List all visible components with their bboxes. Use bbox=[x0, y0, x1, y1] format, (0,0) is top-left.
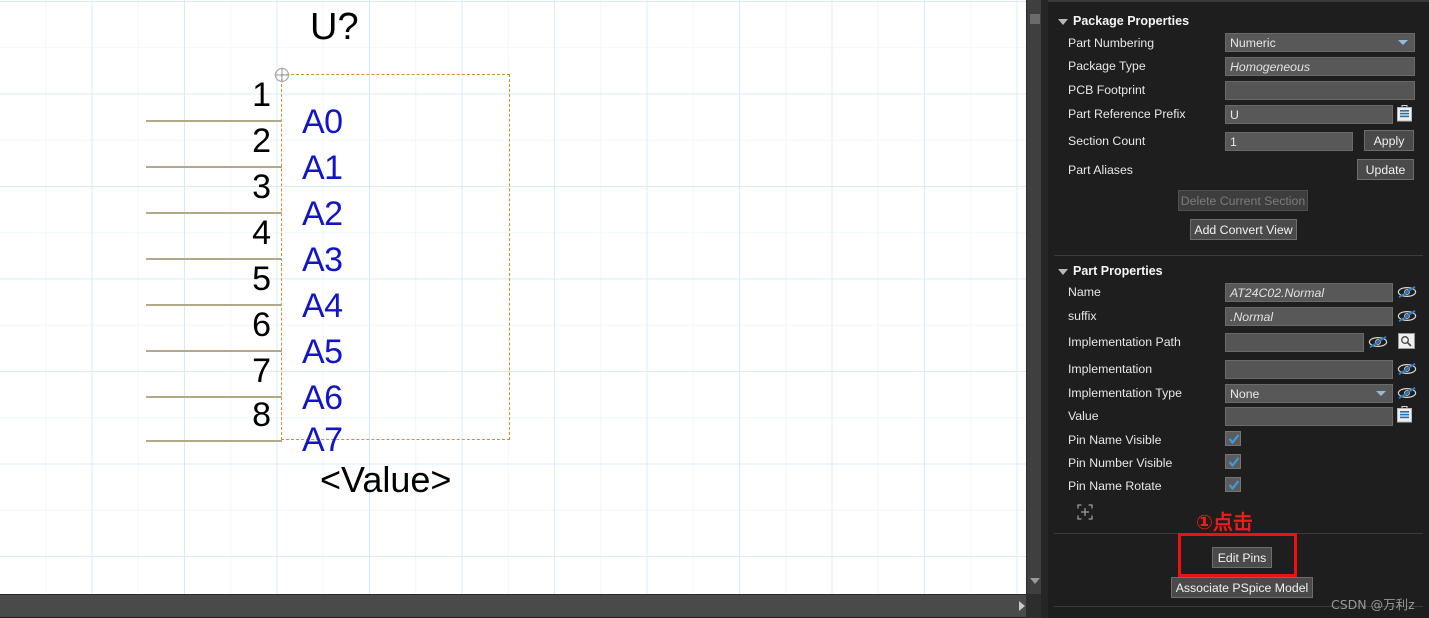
watermark-label: CSDN @万利z bbox=[1331, 597, 1415, 612]
implementation-path-label: Implementation Path bbox=[1068, 335, 1181, 349]
pin-name: A2 bbox=[302, 195, 343, 233]
part-properties-header[interactable]: Part Properties bbox=[1058, 263, 1163, 279]
annotation-highlight-box bbox=[1178, 533, 1297, 577]
hidden-eye-icon[interactable] bbox=[1397, 362, 1417, 376]
panel-divider bbox=[1041, 0, 1048, 618]
name-field[interactable]: AT24C02.Normal bbox=[1225, 283, 1393, 302]
check-icon bbox=[1228, 434, 1240, 445]
part-reference-prefix-label: Part Reference Prefix bbox=[1068, 107, 1186, 121]
pin-number: 4 bbox=[252, 214, 271, 252]
value-label: <Value> bbox=[320, 459, 452, 500]
canvas-horizontal-scrollbar[interactable] bbox=[0, 594, 1041, 617]
package-properties-header[interactable]: Package Properties bbox=[1058, 13, 1189, 29]
part-symbol[interactable]: U? 1 2 3 4 5 6 7 8 A0 A1 A2 A3 A4 A5 A6 … bbox=[0, 0, 1026, 594]
part-reference-prefix-value: U bbox=[1230, 107, 1239, 122]
hidden-eye-icon[interactable] bbox=[1397, 309, 1417, 323]
schematic-canvas[interactable]: U? 1 2 3 4 5 6 7 8 A0 A1 A2 A3 A4 A5 A6 … bbox=[0, 0, 1026, 594]
pin-name-rotate-checkbox[interactable] bbox=[1225, 477, 1241, 492]
pin-name: A1 bbox=[302, 149, 343, 187]
part-aliases-label: Part Aliases bbox=[1068, 163, 1133, 177]
suffix-value: .Normal bbox=[1230, 309, 1274, 324]
pin-number: 3 bbox=[252, 168, 271, 206]
collapse-triangle-icon[interactable] bbox=[1058, 19, 1068, 25]
name-label: Name bbox=[1068, 285, 1101, 299]
chevron-down-icon[interactable] bbox=[1376, 391, 1386, 396]
check-icon bbox=[1228, 480, 1240, 491]
delete-current-section-button: Delete Current Section bbox=[1178, 190, 1308, 211]
update-button[interactable]: Update bbox=[1357, 159, 1414, 180]
scroll-right-arrow-icon[interactable] bbox=[1019, 601, 1025, 611]
pin-name-rotate-label: Pin Name Rotate bbox=[1068, 479, 1162, 493]
package-properties-title: Package Properties bbox=[1073, 14, 1190, 28]
annotation-step-one-label: ①点击 bbox=[1196, 510, 1253, 534]
pin-name-visible-checkbox[interactable] bbox=[1225, 431, 1241, 446]
section-count-field[interactable]: 1 bbox=[1225, 132, 1353, 151]
name-value: AT24C02.Normal bbox=[1230, 285, 1325, 300]
browse-folder-icon[interactable] bbox=[1398, 333, 1415, 349]
clipboard-icon[interactable] bbox=[1397, 406, 1412, 423]
implementation-type-label: Implementation Type bbox=[1068, 386, 1182, 400]
panel-top-divider bbox=[1048, 0, 1429, 2]
value-property-field[interactable] bbox=[1225, 407, 1393, 426]
pin-number-visible-checkbox[interactable] bbox=[1225, 454, 1241, 469]
package-type-value: Homogeneous bbox=[1230, 59, 1310, 74]
part-properties-title: Part Properties bbox=[1073, 264, 1163, 278]
pin-name: A6 bbox=[302, 379, 343, 417]
section-divider bbox=[1054, 255, 1423, 256]
expand-crosshair-icon[interactable] bbox=[1077, 504, 1093, 520]
value-property-label: Value bbox=[1068, 409, 1099, 423]
part-numbering-combo[interactable]: Numeric bbox=[1225, 33, 1415, 52]
pin-name-visible-label: Pin Name Visible bbox=[1068, 433, 1162, 447]
collapse-triangle-icon[interactable] bbox=[1058, 269, 1068, 275]
pin-number: 8 bbox=[252, 396, 271, 434]
clipboard-icon[interactable] bbox=[1397, 105, 1412, 122]
section-count-value: 1 bbox=[1230, 134, 1237, 149]
check-icon bbox=[1228, 457, 1240, 468]
part-numbering-label: Part Numbering bbox=[1068, 36, 1155, 50]
hidden-eye-icon[interactable] bbox=[1368, 335, 1388, 349]
add-convert-view-button[interactable]: Add Convert View bbox=[1190, 219, 1297, 240]
pin-number: 6 bbox=[252, 306, 271, 344]
vertical-scrollbar-thumb[interactable] bbox=[1030, 14, 1040, 24]
scrollbar-corner bbox=[1026, 594, 1041, 618]
chevron-down-icon[interactable] bbox=[1398, 40, 1408, 45]
suffix-label: suffix bbox=[1068, 309, 1097, 323]
pcb-footprint-label: PCB Footprint bbox=[1068, 83, 1146, 97]
pin-name: A3 bbox=[302, 241, 343, 279]
implementation-type-value: None bbox=[1230, 386, 1260, 401]
origin-marker-icon bbox=[274, 67, 290, 83]
pin-number: 2 bbox=[252, 122, 271, 160]
apply-button[interactable]: Apply bbox=[1364, 130, 1414, 151]
implementation-type-combo[interactable]: None bbox=[1225, 384, 1393, 403]
hidden-eye-icon[interactable] bbox=[1397, 386, 1417, 400]
pin-wire[interactable] bbox=[146, 440, 282, 442]
pin-name: A0 bbox=[302, 103, 343, 141]
part-numbering-value: Numeric bbox=[1230, 35, 1276, 50]
pin-number: 7 bbox=[252, 352, 271, 390]
implementation-label: Implementation bbox=[1068, 362, 1153, 376]
section-count-label: Section Count bbox=[1068, 134, 1146, 148]
pin-name: A7 bbox=[302, 421, 343, 459]
scroll-down-arrow-icon[interactable] bbox=[1030, 578, 1040, 584]
suffix-field[interactable]: .Normal bbox=[1225, 307, 1393, 326]
reference-designator: U? bbox=[310, 6, 359, 48]
implementation-field[interactable] bbox=[1225, 360, 1393, 379]
pin-number: 5 bbox=[252, 260, 271, 298]
pin-name: A5 bbox=[302, 333, 343, 371]
implementation-path-field[interactable] bbox=[1225, 333, 1364, 352]
package-type-field: Homogeneous bbox=[1225, 57, 1415, 76]
pcb-footprint-field[interactable] bbox=[1225, 81, 1415, 100]
canvas-vertical-scrollbar[interactable] bbox=[1026, 0, 1042, 594]
hidden-eye-icon[interactable] bbox=[1397, 285, 1417, 299]
pin-number-visible-label: Pin Number Visible bbox=[1068, 456, 1173, 470]
pin-name: A4 bbox=[302, 287, 343, 325]
app-window: U? 1 2 3 4 5 6 7 8 A0 A1 A2 A3 A4 A5 A6 … bbox=[0, 0, 1429, 618]
pin-number: 1 bbox=[252, 76, 271, 114]
associate-pspice-model-button[interactable]: Associate PSpice Model bbox=[1171, 577, 1313, 598]
package-type-label: Package Type bbox=[1068, 59, 1146, 73]
part-reference-prefix-field[interactable]: U bbox=[1225, 105, 1393, 124]
